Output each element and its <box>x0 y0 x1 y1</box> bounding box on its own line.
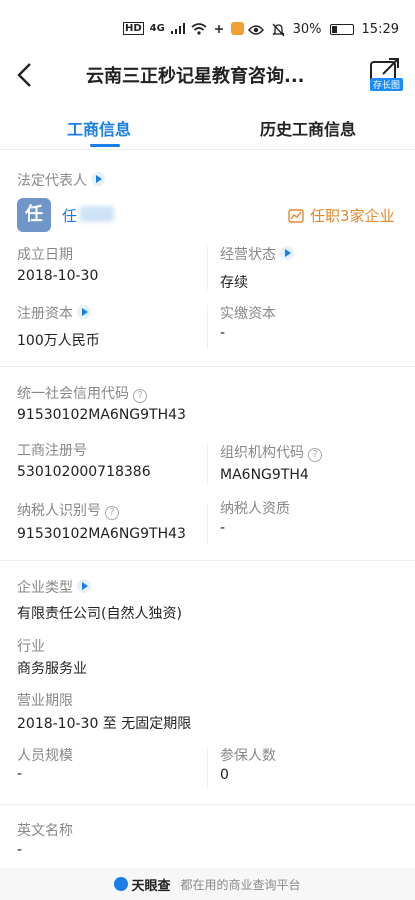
positions-text: 任职3家企业 <box>310 207 395 225</box>
established-label: 成立日期 <box>17 247 73 263</box>
mute-icon <box>272 23 285 36</box>
status-left: HD 4G <box>123 22 244 35</box>
staff-size-label: 人员规模 <box>17 748 73 764</box>
biz-term-label: 营业期限 <box>17 693 73 709</box>
staff-size-value: - <box>17 766 23 782</box>
section-divider <box>0 804 415 805</box>
play-icon[interactable] <box>77 579 91 593</box>
battery-icon <box>329 24 354 35</box>
help-icon[interactable]: ? <box>308 448 322 462</box>
company-type-value: 有限责任公司(自然人独资) <box>17 606 182 622</box>
help-icon[interactable]: ? <box>133 389 147 403</box>
reg-capital-value: 100万人民币 <box>17 333 100 349</box>
taxpayer-id-label: 纳税人识别号? <box>17 500 119 520</box>
reg-no-label: 工商注册号 <box>17 443 87 459</box>
divider <box>207 444 208 484</box>
org-code-label-text: 组织机构代码 <box>220 445 304 461</box>
tab-business-info[interactable]: 工商信息 <box>67 116 131 140</box>
status-label-text: 经营状态 <box>220 247 276 263</box>
credit-code-label-text: 统一社会信用代码 <box>17 386 129 402</box>
section-divider <box>0 366 415 367</box>
play-icon[interactable] <box>280 246 294 260</box>
blurred-name-mask <box>80 206 114 222</box>
help-icon[interactable]: ? <box>105 506 119 520</box>
divider <box>207 305 208 349</box>
tab-bar: 工商信息 历史工商信息 <box>0 108 415 150</box>
wifi-icon <box>191 22 207 35</box>
long-screenshot-tag[interactable]: 存长图 <box>369 78 403 91</box>
play-icon[interactable] <box>77 305 91 319</box>
active-tab-indicator <box>90 144 120 147</box>
chart-icon <box>288 208 304 223</box>
english-name-value: - <box>17 842 23 858</box>
divider <box>207 246 208 290</box>
reg-capital-label: 注册资本 <box>17 303 91 323</box>
avatar[interactable]: 任 <box>17 198 51 232</box>
slogan: 都在用的商业查询平台 <box>180 877 301 892</box>
status-right: 30% 15:29 <box>247 22 399 37</box>
established-value: 2018-10-30 <box>17 268 99 284</box>
clock: 15:29 <box>361 22 399 37</box>
paid-capital-value: - <box>220 325 226 341</box>
play-icon[interactable] <box>91 172 105 186</box>
industry-label: 行业 <box>17 639 45 655</box>
hd-badge: HD <box>123 22 144 35</box>
industry-value: 商务服务业 <box>17 661 87 677</box>
org-code-label: 组织机构代码? <box>220 442 322 462</box>
logo-icon <box>114 877 129 891</box>
credit-code-label: 统一社会信用代码? <box>17 383 147 403</box>
logo: 天眼查 <box>114 875 171 894</box>
network-type: 4G <box>149 23 165 34</box>
company-type-label-text: 企业类型 <box>17 580 73 596</box>
status-label: 经营状态 <box>220 244 294 264</box>
divider <box>207 504 208 544</box>
org-code-value: MA6NG9TH4 <box>220 467 309 483</box>
tab-history-business-info[interactable]: 历史工商信息 <box>260 116 356 140</box>
status-value: 存续 <box>220 275 248 291</box>
company-type-label: 企业类型 <box>17 577 91 597</box>
logo-text: 天眼查 <box>131 878 171 894</box>
eye-icon <box>247 24 264 35</box>
positions-link[interactable]: 任职3家企业 <box>288 205 395 226</box>
taxpayer-qual-label: 纳税人资质 <box>220 501 290 517</box>
battery-percent: 30% <box>292 22 322 37</box>
taxpayer-id-label-text: 纳税人识别号 <box>17 503 101 519</box>
section-divider <box>0 560 415 561</box>
reg-capital-label-text: 注册资本 <box>17 306 73 322</box>
credit-code-value: 91530102MA6NG9TH43 <box>17 407 186 423</box>
page-title: 云南三正秒记星教育咨询... <box>86 66 305 87</box>
signal-icon <box>170 23 185 34</box>
notification-app-icon <box>230 22 244 35</box>
paid-capital-label: 实缴资本 <box>220 306 276 322</box>
legal-rep-label-text: 法定代表人 <box>17 173 87 189</box>
insured-label: 参保人数 <box>220 748 276 764</box>
app-bar: 云南三正秒记星教育咨询... 存长图 <box>0 42 415 108</box>
legal-rep-name[interactable]: 任 <box>62 205 77 226</box>
divider <box>207 748 208 788</box>
legal-rep-label: 法定代表人 <box>17 170 105 190</box>
back-icon[interactable] <box>14 60 36 90</box>
insured-value: 0 <box>220 767 229 783</box>
english-name-label: 英文名称 <box>17 823 73 839</box>
status-bar: HD 4G 30% 15:29 <box>0 0 415 42</box>
nfc-icon <box>214 24 223 33</box>
footer: 天眼查 都在用的商业查询平台 <box>0 868 415 900</box>
taxpayer-qual-value: - <box>220 520 226 536</box>
reg-no-value: 530102000718386 <box>17 464 151 480</box>
taxpayer-id-value: 91530102MA6NG9TH43 <box>17 526 186 542</box>
biz-term-value: 2018-10-30 至 无固定期限 <box>17 716 192 732</box>
